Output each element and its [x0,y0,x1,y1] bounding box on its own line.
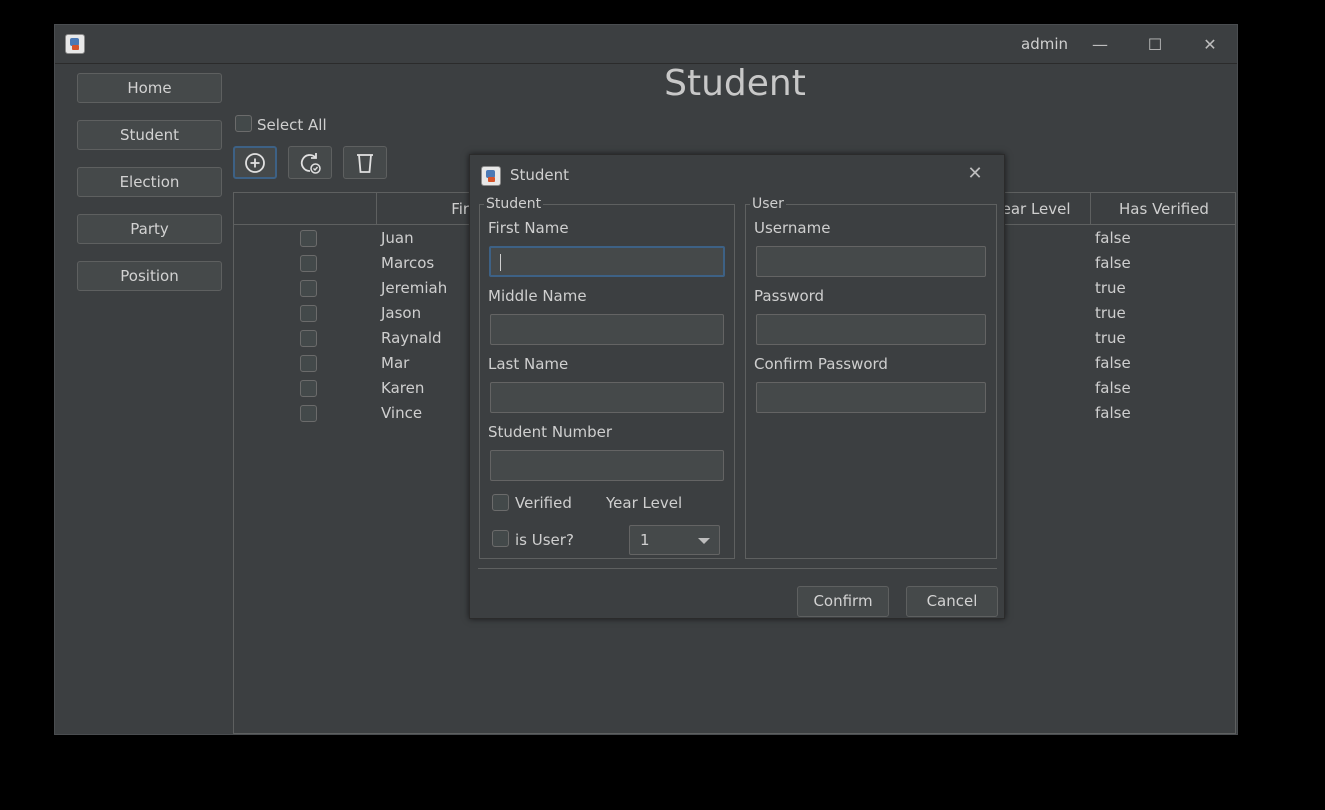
middle-name-label: Middle Name [488,287,587,305]
title-bar: admin — ☐ ✕ [55,25,1237,64]
nav-election-button[interactable]: Election [77,167,222,197]
trash-icon [357,153,373,173]
first-name-label: First Name [488,219,569,237]
has-verified-cell: false [1095,379,1131,397]
java-app-icon [481,166,501,186]
first-name-cell: Vince [381,404,423,422]
is-user-checkbox[interactable] [492,530,509,547]
is-user-label: is User? [515,531,574,549]
row-checkbox[interactable] [300,380,317,397]
first-name-cell: Raynald [381,329,442,347]
first-name-cell: Jason [381,304,422,322]
maximize-icon[interactable]: ☐ [1140,30,1170,60]
first-name-cell: Marcos [381,254,435,272]
nav-student-button[interactable]: Student [77,120,222,150]
select-all-checkbox[interactable] [235,115,252,132]
year-level-value: 1 [640,531,650,549]
has-verified-cell: true [1095,279,1126,297]
row-checkbox[interactable] [300,230,317,247]
delete-button[interactable] [343,146,387,179]
nav-home-button[interactable]: Home [77,73,222,103]
text-caret [500,254,501,271]
user-group: User Username Password Confirm Password [745,196,997,559]
page-title: Student [664,63,806,104]
confirm-password-label: Confirm Password [754,355,888,373]
verified-checkbox[interactable] [492,494,509,511]
row-checkbox[interactable] [300,405,317,422]
user-group-legend: User [750,196,786,212]
row-checkbox[interactable] [300,355,317,372]
refresh-button[interactable] [288,146,332,179]
select-all-label: Select All [257,116,327,134]
first-name-cell: Juan [381,229,414,247]
nav-position-button[interactable]: Position [77,261,222,291]
first-name-cell: Jeremiah [381,279,448,297]
row-checkbox[interactable] [300,305,317,322]
student-group-legend: Student [484,196,544,212]
middle-name-field[interactable] [490,314,724,345]
password-label: Password [754,287,825,305]
student-dialog: Student ✕ Student First Name Middle Name… [469,154,1005,619]
verified-label: Verified [515,494,572,512]
has-verified-cell: false [1095,254,1131,272]
has-verified-cell: false [1095,229,1131,247]
has-verified-cell: false [1095,404,1131,422]
year-level-label: Year Level [606,494,683,512]
row-checkbox[interactable] [300,330,317,347]
row-checkbox[interactable] [300,255,317,272]
first-name-cell: Karen [381,379,425,397]
dialog-title: Student [510,166,570,184]
username-label: Username [754,219,831,237]
refresh-check-icon [300,152,321,174]
close-icon[interactable]: ✕ [1195,30,1225,60]
dialog-close-icon[interactable]: ✕ [962,161,988,187]
student-number-field[interactable] [490,450,724,481]
last-name-label: Last Name [488,355,569,373]
add-circle-icon [245,152,265,173]
current-user-label: admin [1021,35,1068,53]
chevron-down-icon [698,538,710,544]
nav-party-button[interactable]: Party [77,214,222,244]
java-app-icon [65,34,85,54]
column-header-has-verified[interactable]: Has Verified [1090,193,1237,225]
minimize-icon[interactable]: — [1085,30,1115,60]
row-checkbox[interactable] [300,280,317,297]
has-verified-cell: true [1095,304,1126,322]
add-student-button[interactable] [233,146,277,179]
cancel-button[interactable]: Cancel [906,586,998,617]
has-verified-cell: false [1095,354,1131,372]
confirm-password-field[interactable] [756,382,986,413]
divider [478,568,997,569]
first-name-field[interactable] [489,246,725,277]
student-group: Student First Name Middle Name Last Name… [479,196,735,559]
has-verified-cell: true [1095,329,1126,347]
username-field[interactable] [756,246,986,277]
confirm-button[interactable]: Confirm [797,586,889,617]
last-name-field[interactable] [490,382,724,413]
first-name-cell: Mar [381,354,410,372]
year-level-select[interactable]: 1 [629,525,720,555]
student-number-label: Student Number [488,423,613,441]
password-field[interactable] [756,314,986,345]
